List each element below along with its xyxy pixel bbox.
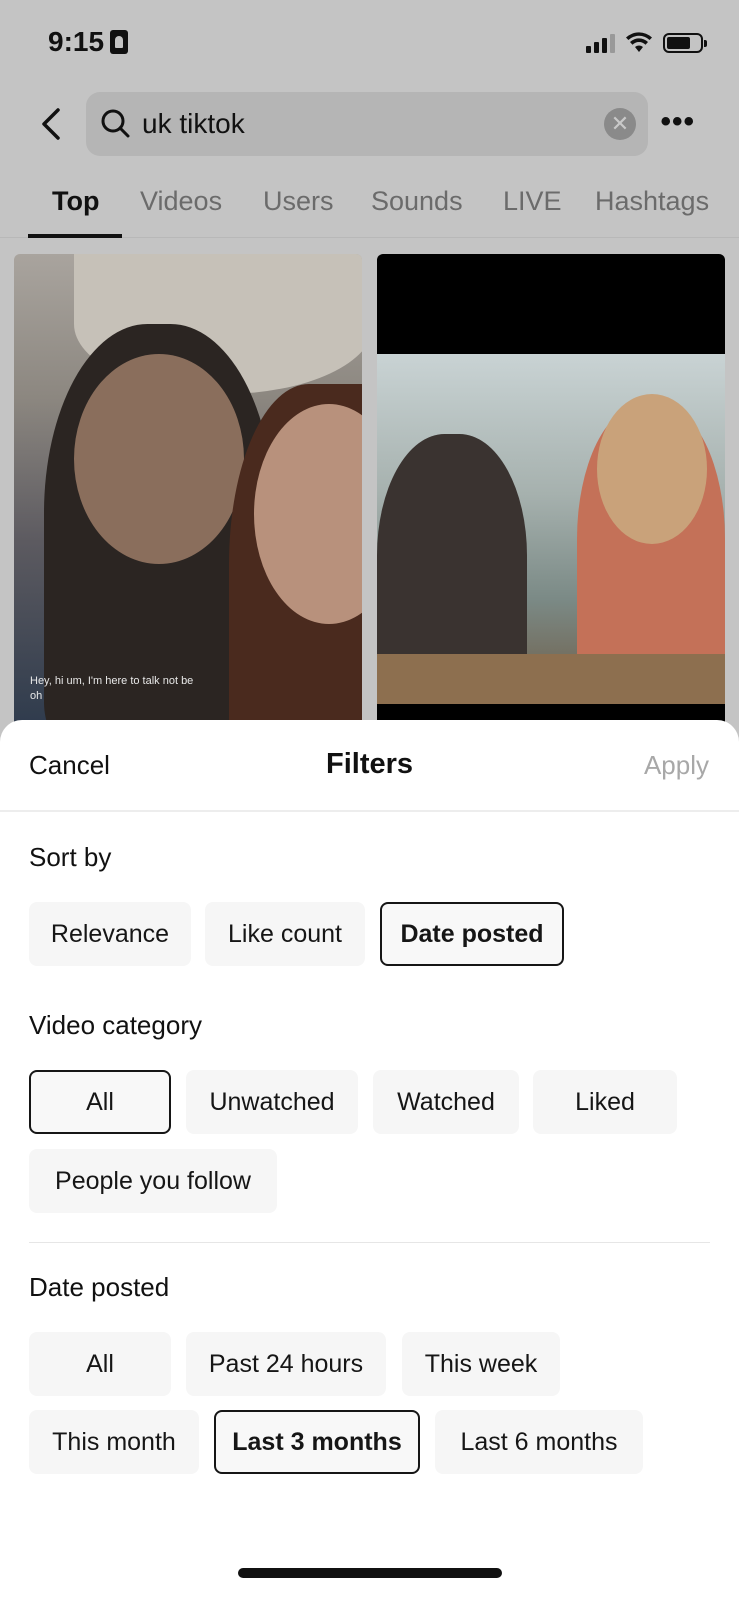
- search-query: uk tiktok: [142, 108, 245, 139]
- date-option-last-3-months[interactable]: Last 3 months: [214, 1410, 420, 1474]
- date-option-all[interactable]: All: [29, 1332, 171, 1396]
- active-tab-indicator: [28, 234, 122, 238]
- filters-title: Filters: [325, 748, 414, 780]
- sort-by-heading: Sort by: [29, 842, 112, 872]
- category-option-people-you-follow[interactable]: People you follow: [29, 1149, 277, 1213]
- battery-icon: [663, 33, 707, 53]
- date-posted-heading: Date posted: [29, 1272, 170, 1302]
- home-indicator[interactable]: [238, 1568, 502, 1578]
- search-tabs: Top Videos Users Sounds LIVE Hashtags: [0, 180, 739, 238]
- clear-search-icon[interactable]: ✕: [604, 108, 636, 140]
- video-caption: Hey, hi um, I'm here to talk not be oh: [30, 675, 194, 702]
- date-option-this-month[interactable]: This month: [29, 1410, 199, 1474]
- tab-sounds[interactable]: Sounds: [371, 186, 463, 217]
- video-thumbnail[interactable]: Hey, hi um, I'm here to talk not be oh: [14, 254, 362, 734]
- apply-button[interactable]: Apply: [644, 750, 709, 781]
- focus-mode-icon: [110, 30, 129, 54]
- tab-users[interactable]: Users: [263, 186, 334, 217]
- clock: 9:15: [48, 26, 105, 57]
- status-icons: [586, 32, 707, 54]
- video-thumbnail[interactable]: [377, 254, 725, 734]
- cellular-signal-icon: [586, 33, 615, 53]
- search-icon: [101, 109, 130, 138]
- filters-sheet: Cancel Filters Apply Sort by Relevance L…: [0, 720, 739, 1600]
- tab-hashtags[interactable]: Hashtags: [595, 186, 709, 217]
- more-options-icon[interactable]: •••: [660, 107, 695, 137]
- search-input[interactable]: uk tiktok ✕: [86, 92, 648, 156]
- wifi-icon: [626, 32, 652, 52]
- category-option-all[interactable]: All: [29, 1070, 171, 1134]
- category-option-unwatched[interactable]: Unwatched: [186, 1070, 358, 1134]
- date-option-this-week[interactable]: This week: [402, 1332, 560, 1396]
- tab-live[interactable]: LIVE: [503, 186, 562, 217]
- section-divider: [29, 1242, 710, 1243]
- date-option-past-24-hours[interactable]: Past 24 hours: [186, 1332, 386, 1396]
- sort-option-relevance[interactable]: Relevance: [29, 902, 191, 966]
- status-time: 9:15: [48, 26, 129, 58]
- status-bar: 9:15: [0, 0, 739, 90]
- sort-option-like-count[interactable]: Like count: [205, 902, 365, 966]
- search-row: uk tiktok ✕ •••: [0, 92, 739, 158]
- category-option-liked[interactable]: Liked: [533, 1070, 677, 1134]
- tab-videos[interactable]: Videos: [140, 186, 222, 217]
- category-option-watched[interactable]: Watched: [373, 1070, 519, 1134]
- video-category-heading: Video category: [29, 1010, 202, 1040]
- date-option-last-6-months[interactable]: Last 6 months: [435, 1410, 643, 1474]
- sort-option-date-posted[interactable]: Date posted: [380, 902, 564, 966]
- tab-top[interactable]: Top: [52, 186, 99, 217]
- filters-header: Cancel Filters Apply: [0, 720, 739, 812]
- back-arrow-icon[interactable]: [36, 106, 68, 142]
